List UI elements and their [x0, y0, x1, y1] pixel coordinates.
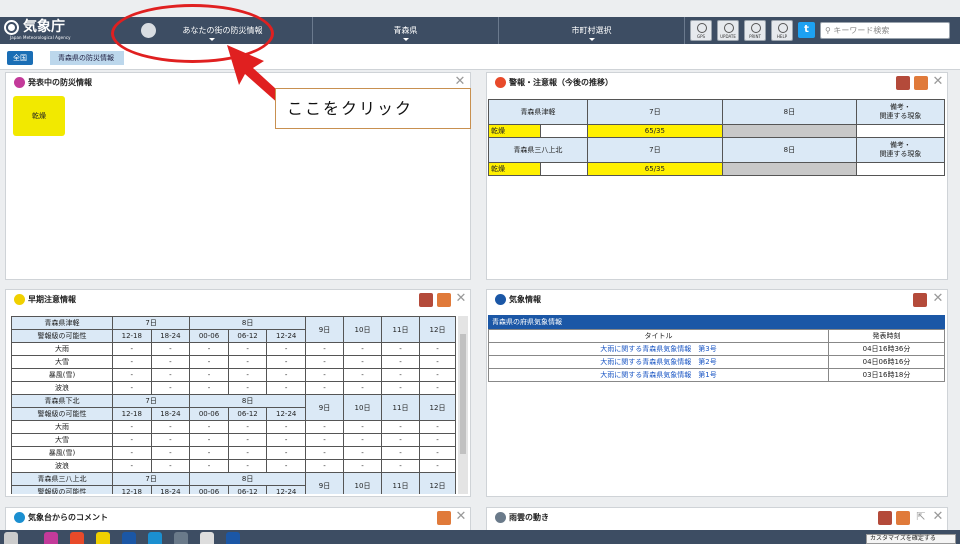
weather-table: タイトル 発表時刻 大雨に関する青森県気象情報 第3号 04日16時36分 大雨に関… — [488, 329, 945, 382]
detail-icon[interactable] — [878, 511, 892, 525]
logo-subtitle: Japan Meteorological Agency — [10, 35, 71, 40]
panel-warning-title: 警報・注意報（今後の推移） — [495, 77, 613, 89]
detail-icon[interactable] — [419, 293, 433, 307]
info-icon[interactable] — [44, 532, 58, 544]
app-icon[interactable] — [226, 532, 240, 544]
bottom-toolbar — [0, 530, 960, 544]
twitter-icon[interactable]: t — [798, 22, 815, 38]
scrollbar[interactable] — [458, 316, 468, 494]
detail-icon[interactable] — [896, 76, 910, 90]
print-button[interactable]: PRINT — [744, 20, 766, 41]
book-icon[interactable] — [437, 511, 451, 525]
chevron-down-icon — [588, 38, 595, 41]
panel-warning: 警報・注意報（今後の推移） ✕ 青森県津軽 7日 8日 備考・ 関連する現象 乾燥 65… — [486, 72, 948, 280]
warning-icon — [495, 77, 506, 88]
external-link-icon[interactable]: ⇱ — [914, 510, 928, 524]
gps-button[interactable]: GPS — [690, 20, 712, 41]
nav-municipality[interactable]: 市町村選択 — [499, 17, 685, 44]
detail-icon[interactable] — [913, 293, 927, 307]
callout-click-here: ここをクリック — [275, 88, 471, 129]
panel-weather-title: 気象情報 — [495, 294, 541, 306]
search-placeholder: キーワード検索 — [833, 26, 890, 35]
panel-current-title: 発表中の防災情報 — [14, 77, 92, 89]
radar-icon[interactable] — [174, 532, 188, 544]
weather-link[interactable]: 大雨に関する青森県気象情報 第2号 — [488, 355, 829, 369]
close-icon[interactable]: ✕ — [454, 292, 468, 306]
book-icon[interactable] — [896, 511, 910, 525]
jma-logo-icon — [4, 20, 19, 35]
logo-name: 気象庁 — [23, 19, 65, 35]
nav-prefecture[interactable]: 青森県 — [313, 17, 499, 44]
nav-prefecture-label: 青森県 — [393, 26, 418, 35]
comment-icon — [14, 512, 25, 523]
radar-icon — [495, 512, 506, 523]
help-button[interactable]: HELP — [771, 20, 793, 41]
breadcrumb-aomori: 青森県の防災情報 — [50, 51, 124, 65]
chevron-down-icon — [402, 38, 409, 41]
warning-icon[interactable] — [70, 532, 84, 544]
close-icon[interactable]: ✕ — [453, 75, 467, 89]
weather-link[interactable]: 大雨に関する青森県気象情報 第1号 — [488, 368, 829, 382]
book-icon[interactable] — [437, 293, 451, 307]
dryness-badge[interactable]: 乾燥 — [13, 96, 65, 136]
info-icon — [495, 294, 506, 305]
close-icon[interactable]: ✕ — [454, 510, 468, 524]
weather-caption: 青森県の府県気象情報 — [488, 315, 945, 329]
info-icon[interactable] — [122, 532, 136, 544]
nav-municipality-label: 市町村選択 — [571, 26, 612, 35]
book-icon[interactable] — [914, 76, 928, 90]
warning-table: 青森県津軽 7日 8日 備考・ 関連する現象 乾燥 65/35 青森県三八上北 7日 8日備… — [488, 99, 946, 176]
map-icon[interactable] — [200, 532, 214, 544]
jma-logo[interactable]: 気象庁 Japan Meteorological Agency — [4, 19, 71, 41]
close-icon[interactable]: ✕ — [931, 510, 945, 524]
panel-early-title: 早期注意情報 — [14, 294, 76, 306]
search-input[interactable]: ⚲ キーワード検索 — [820, 22, 950, 39]
info-icon — [14, 77, 25, 88]
early-table: 青森県津軽 7日 8日 9日 10日 11日 12日 警報級の可能性 12-18 18-24 00-… — [11, 316, 456, 494]
scrollbar-thumb[interactable] — [460, 334, 466, 454]
breadcrumb-national[interactable]: 全国 — [7, 51, 33, 65]
update-button[interactable]: UPDATE — [717, 20, 739, 41]
weather-link[interactable]: 大雨に関する青森県気象情報 第3号 — [488, 342, 829, 356]
comment-icon[interactable] — [148, 532, 162, 544]
panel-rain-title: 雨雲の動き — [495, 512, 549, 524]
panel-early-warning: 早期注意情報 ✕ 青森県津軽 7日 8日 9日 10日 11日 12日 警報級の可能性 12-1… — [5, 289, 471, 497]
close-icon[interactable]: ✕ — [931, 75, 945, 89]
close-icon[interactable]: ✕ — [931, 292, 945, 306]
customize-confirm-button[interactable]: カスタマイズを確定する — [866, 534, 956, 544]
caution-icon[interactable] — [96, 532, 110, 544]
gear-icon[interactable] — [4, 532, 18, 544]
panel-comment-title: 気象台からのコメント — [14, 512, 108, 524]
caution-icon — [14, 294, 25, 305]
panel-weather-info: 気象情報 ✕ 青森県の府県気象情報 タイトル 発表時刻 大雨に関する青森県気象情報… — [486, 289, 948, 497]
early-table-viewport[interactable]: 青森県津軽 7日 8日 9日 10日 11日 12日 警報級の可能性 12-18 18-24 00-… — [11, 316, 456, 494]
